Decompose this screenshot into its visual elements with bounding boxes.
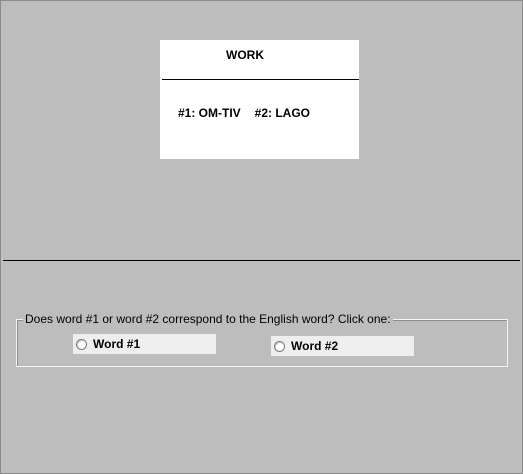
candidate-word-1: #1: OM-TIV bbox=[178, 106, 241, 120]
word-2-label: Word #2 bbox=[291, 339, 339, 353]
app-window: WORK #1: OM-TIV #2: LAGO Does word #1 or … bbox=[0, 0, 523, 474]
radio-button-icon[interactable] bbox=[274, 340, 285, 352]
word-card: WORK #1: OM-TIV #2: LAGO bbox=[160, 40, 359, 159]
word-2-option[interactable]: Word #2 bbox=[271, 336, 414, 356]
radio-button-icon[interactable] bbox=[76, 338, 87, 350]
candidate-word-2: #2: LAGO bbox=[254, 106, 311, 120]
english-word-title: WORK bbox=[226, 48, 264, 62]
question-prompt: Does word #1 or word #2 correspond to th… bbox=[23, 312, 393, 326]
answer-group: Does word #1 or word #2 correspond to th… bbox=[16, 312, 508, 367]
candidate-words: #1: OM-TIV #2: LAGO bbox=[178, 106, 310, 120]
card-divider bbox=[162, 79, 359, 80]
word-1-option[interactable]: Word #1 bbox=[73, 334, 216, 354]
section-divider bbox=[3, 260, 520, 261]
word-1-label: Word #1 bbox=[93, 337, 141, 351]
